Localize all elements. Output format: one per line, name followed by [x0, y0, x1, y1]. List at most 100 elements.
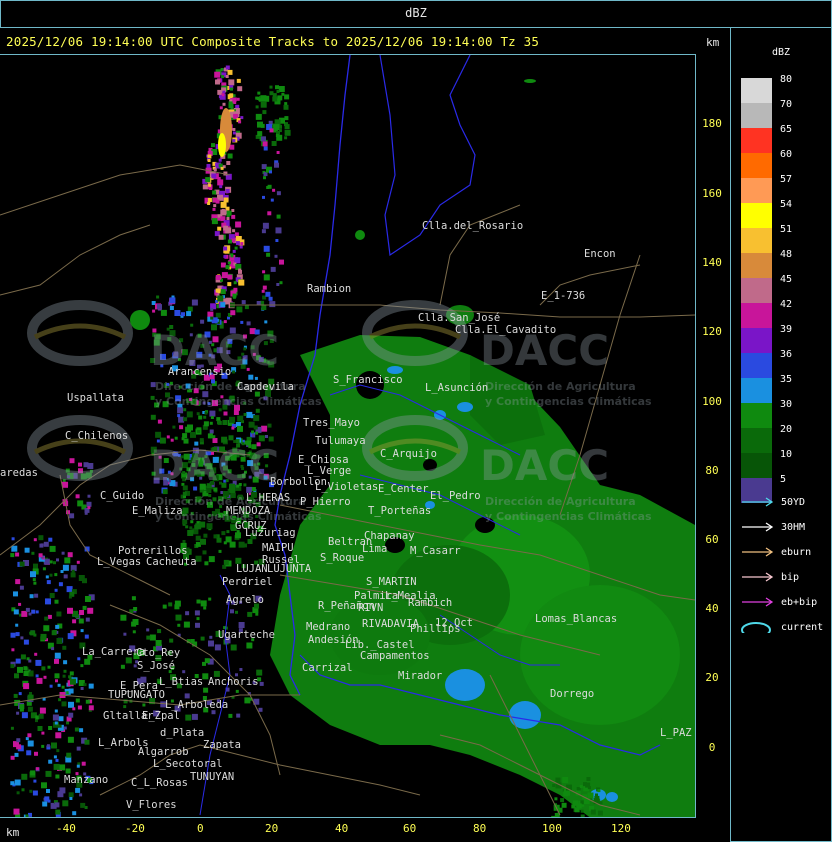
echo-pixel: [579, 785, 583, 788]
echo-pixel: [42, 801, 48, 807]
track-arrow-icon: [742, 547, 774, 557]
echo-pixel: [87, 463, 94, 469]
place-label: MAIPU: [262, 542, 294, 554]
echo-pixel: [202, 550, 207, 555]
echo-pixel: [59, 764, 66, 771]
legend-swatch: [741, 178, 772, 203]
echo-pixel: [84, 658, 91, 665]
track-legend-label: current: [781, 622, 824, 633]
echo-pixel: [232, 249, 236, 253]
echo-pixel: [133, 607, 138, 611]
echo-pixel: [230, 310, 236, 316]
place-label: Agrelo: [226, 594, 264, 606]
echo-pixel: [156, 295, 160, 299]
place-label: Tulumaya: [315, 435, 366, 447]
echo-pixel: [262, 270, 266, 274]
echo-pixel: [204, 658, 210, 664]
legend-title: dBZ: [772, 47, 791, 58]
y-tick-label: 80: [705, 464, 719, 477]
echo-pixel: [30, 630, 36, 636]
echo-pixel: [58, 724, 62, 728]
echo-pixel: [175, 614, 182, 621]
place-label: Arancensio: [168, 366, 232, 378]
echo-pixel: [223, 246, 228, 251]
echo-pixel: [29, 789, 33, 793]
echo-pixel: [76, 746, 81, 751]
echo-pixel: [230, 254, 234, 258]
echo-pixel: [28, 612, 32, 616]
echo-pixel: [259, 681, 264, 686]
place-label: S_Roque: [320, 552, 365, 564]
echo-area: [524, 79, 536, 83]
echo-pixel: [236, 713, 241, 718]
echo-pixel: [150, 395, 155, 400]
echo-pixel: [284, 124, 290, 130]
echo-pixel: [284, 94, 290, 100]
echo-pixel: [63, 660, 68, 665]
echo-pixel: [203, 415, 207, 419]
legend-level-label: 60: [780, 149, 793, 160]
echo-pixel: [75, 787, 81, 793]
y-tick-label: 60: [705, 533, 719, 546]
legend-swatch: [741, 328, 772, 353]
echo-pixel: [16, 711, 20, 715]
echo-pixel: [43, 541, 49, 547]
echo-pixel: [237, 415, 244, 422]
echo-pixel: [211, 143, 215, 148]
echo-pixel: [23, 666, 28, 671]
echo-pixel: [207, 433, 213, 439]
echo-pixel: [256, 301, 261, 305]
place-label: L_Btias: [159, 676, 204, 688]
track-legend-label: bip: [781, 572, 800, 583]
echo-pixel: [10, 755, 15, 760]
x-tick-label: 100: [542, 822, 562, 835]
echo-pixel: [20, 654, 26, 660]
echo-pixel: [225, 265, 230, 270]
echo-pixel: [21, 773, 28, 780]
echo-pixel: [260, 95, 267, 102]
echo-pixel: [220, 302, 226, 308]
echo-pixel: [251, 430, 255, 434]
echo-area: [509, 701, 541, 729]
echo-pixel: [74, 727, 79, 732]
echo-pixel: [21, 712, 28, 719]
echo-pixel: [77, 705, 82, 710]
legend-level-label: 57: [780, 174, 793, 185]
place-label: S_MARTIN: [366, 576, 417, 588]
echo-pixel: [203, 606, 207, 610]
echo-pixel: [246, 411, 253, 418]
echo-pixel: [84, 634, 89, 639]
echo-pixel: [142, 703, 146, 707]
echo-pixel: [244, 697, 251, 704]
echo-pixel: [269, 301, 276, 308]
echo-pixel: [190, 431, 196, 438]
echo-pixel: [10, 726, 14, 730]
y-tick-label: 140: [702, 256, 722, 269]
x-tick-label: 80: [473, 822, 487, 835]
place-label: Luzuriag: [245, 527, 296, 539]
echo-pixel: [41, 782, 47, 789]
echo-pixel: [213, 168, 217, 172]
echo-pixel: [10, 553, 15, 558]
echo-pixel: [274, 162, 279, 168]
place-label: LUJAN: [236, 563, 268, 575]
echo-pixel: [35, 767, 39, 771]
echo-pixel: [33, 538, 37, 542]
echo-pixel: [185, 525, 189, 529]
echo-pixel: [223, 255, 227, 259]
echo-pixel: [25, 607, 30, 612]
echo-pixel: [120, 664, 125, 669]
echo-pixel: [227, 239, 232, 244]
place-label: L_Violetas: [315, 481, 379, 493]
echo-pixel: [263, 245, 270, 252]
legend-level-label: 5: [780, 474, 787, 485]
echo-pixel: [599, 801, 603, 805]
place-label: Rambich: [408, 597, 453, 609]
place-label: C_L_Rosas: [131, 777, 188, 789]
echo-pixel: [263, 146, 268, 151]
echo-pixel: [13, 808, 20, 815]
place-label: MENDOZA: [226, 505, 271, 517]
echo-pixel: [23, 639, 29, 645]
echo-pixel: [232, 97, 237, 102]
echo-pixel: [23, 683, 30, 690]
